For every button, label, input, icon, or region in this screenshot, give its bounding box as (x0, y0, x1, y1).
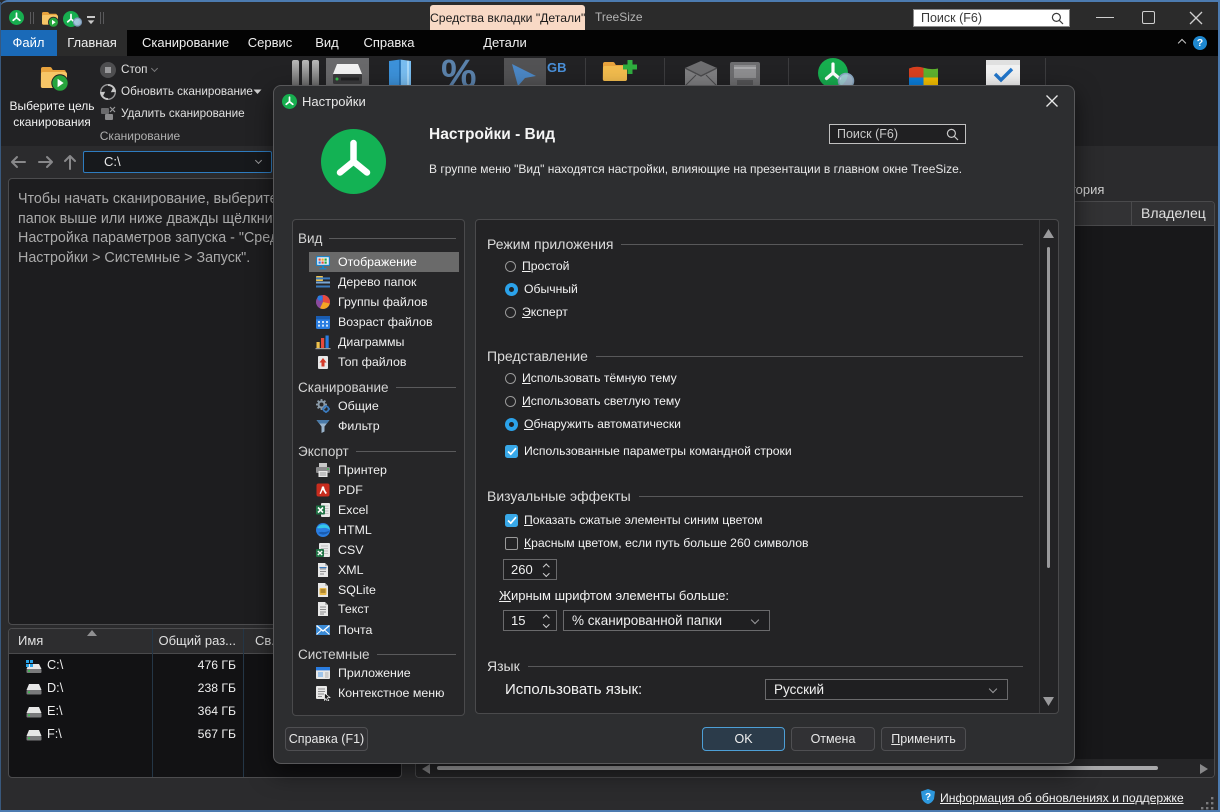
svg-text:?: ? (925, 792, 931, 803)
